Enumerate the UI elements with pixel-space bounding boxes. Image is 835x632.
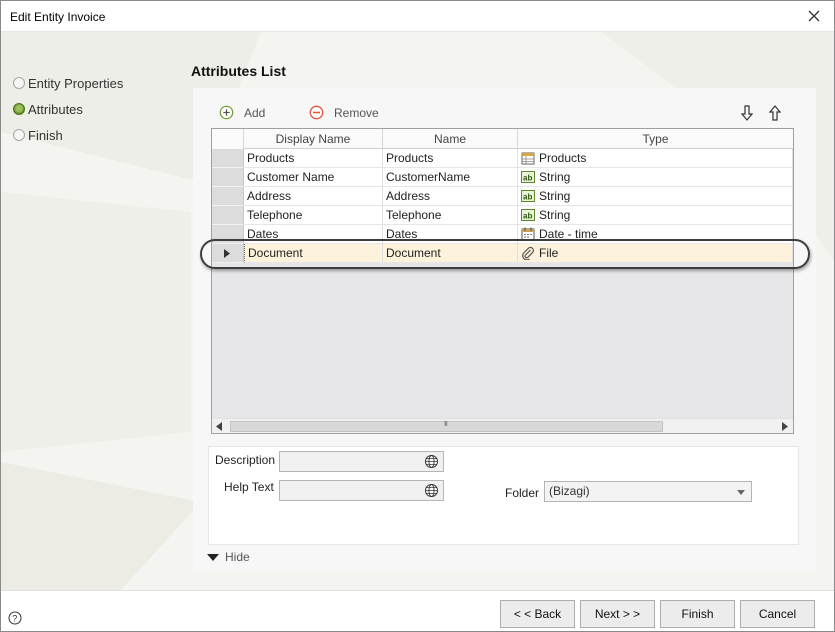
cell-type[interactable]: ab String	[518, 206, 793, 225]
cell-display-name[interactable]: Customer Name	[244, 168, 383, 187]
calendar-icon	[521, 227, 535, 241]
step-label: Entity Properties	[28, 75, 124, 91]
folder-label: Folder	[505, 486, 540, 500]
add-icon	[219, 105, 234, 120]
remove-icon	[309, 105, 324, 120]
title-bar: Edit Entity Invoice	[1, 1, 834, 32]
cell-type[interactable]: ab String	[518, 187, 793, 206]
back-button[interactable]: < < Back	[500, 600, 575, 628]
row-header[interactable]	[212, 206, 244, 225]
column-header-name[interactable]: Name	[383, 129, 518, 149]
step-radio-active-icon	[13, 103, 25, 115]
cell-name[interactable]: CustomerName	[383, 168, 518, 187]
hide-label: Hide	[225, 550, 250, 564]
cell-type[interactable]: File	[518, 244, 793, 263]
cell-display-name[interactable]: Document	[244, 244, 383, 263]
folder-select[interactable]: (Bizagi)	[544, 481, 752, 502]
svg-text:ab: ab	[523, 174, 532, 183]
scroll-left-icon[interactable]	[216, 422, 222, 431]
step-radio-icon	[13, 129, 25, 141]
step-entity-properties[interactable]: Entity Properties	[13, 74, 173, 92]
add-label: Add	[244, 105, 266, 120]
cell-display-name[interactable]: Address	[244, 187, 383, 206]
table-row[interactable]: Dates Dates Date - time	[212, 225, 793, 244]
cell-display-name[interactable]: Products	[244, 149, 383, 168]
string-ab-icon: ab	[521, 209, 535, 221]
add-button[interactable]: Add	[219, 105, 265, 120]
type-label: String	[539, 189, 571, 203]
next-button[interactable]: Next > >	[580, 600, 655, 628]
string-ab-icon: ab	[521, 171, 535, 183]
cancel-button[interactable]: Cancel	[740, 600, 815, 628]
horizontal-scrollbar[interactable]: III	[212, 418, 793, 433]
cell-type[interactable]: Products	[518, 149, 793, 168]
help-text-field[interactable]	[279, 480, 444, 501]
move-up-arrow-icon[interactable]	[769, 105, 781, 121]
row-header-corner	[212, 129, 244, 149]
page-title: Attributes List	[191, 63, 286, 79]
attributes-grid: Display Name Name Type Products Products…	[211, 128, 794, 434]
table-row-selected[interactable]: Document Document File	[212, 244, 793, 263]
cell-type[interactable]: ab String	[518, 168, 793, 187]
description-label: Description	[215, 453, 276, 467]
cell-name[interactable]: Telephone	[383, 206, 518, 225]
close-icon[interactable]	[804, 6, 824, 26]
step-label: Finish	[28, 127, 63, 143]
row-header[interactable]	[212, 149, 244, 168]
scroll-right-icon[interactable]	[782, 422, 788, 431]
scrollbar-grip: III	[444, 421, 448, 428]
globe-icon[interactable]	[424, 483, 439, 498]
hide-toggle[interactable]: Hide	[207, 550, 250, 564]
column-header-display-name[interactable]: Display Name	[244, 129, 383, 149]
chevron-down-icon	[737, 490, 745, 495]
table-row[interactable]: Address Address ab String	[212, 187, 793, 206]
cell-name[interactable]: Address	[383, 187, 518, 206]
help-text-label: Help Text	[224, 480, 274, 494]
type-label: String	[539, 208, 571, 222]
cell-name[interactable]: Products	[383, 149, 518, 168]
step-label: Attributes	[28, 101, 83, 117]
finish-button[interactable]: Finish	[660, 600, 735, 628]
description-field[interactable]	[279, 451, 444, 472]
cell-name[interactable]: Dates	[383, 225, 518, 244]
row-header[interactable]	[212, 244, 244, 263]
dialog-window: Edit Entity Invoice Entity Properties At…	[0, 0, 835, 632]
remove-button[interactable]: Remove	[309, 105, 379, 120]
remove-label: Remove	[334, 105, 379, 120]
table-row[interactable]: Telephone Telephone ab String	[212, 206, 793, 225]
svg-text:ab: ab	[523, 212, 532, 221]
type-label: Date - time	[539, 227, 598, 241]
column-header-type[interactable]: Type	[518, 129, 793, 149]
step-radio-icon	[13, 77, 25, 89]
table-row[interactable]: Customer Name CustomerName ab String	[212, 168, 793, 187]
string-ab-icon: ab	[521, 190, 535, 202]
row-header[interactable]	[212, 225, 244, 244]
cell-display-name[interactable]: Telephone	[244, 206, 383, 225]
collapse-triangle-icon	[207, 553, 219, 561]
table-row[interactable]: Products Products Products	[212, 149, 793, 168]
type-label: File	[539, 246, 559, 260]
entity-table-icon	[521, 152, 535, 165]
footer-bar: ? < < Back Next > > Finish Cancel	[1, 590, 834, 631]
current-row-indicator-icon	[224, 249, 230, 258]
row-header[interactable]	[212, 168, 244, 187]
move-down-arrow-icon[interactable]	[741, 105, 753, 121]
step-finish[interactable]: Finish	[13, 126, 173, 144]
cell-display-name[interactable]: Dates	[244, 225, 383, 244]
row-header[interactable]	[212, 187, 244, 206]
window-title: Edit Entity Invoice	[10, 10, 106, 24]
paperclip-icon	[522, 246, 534, 260]
svg-text:?: ?	[12, 613, 17, 623]
folder-selected-value: (Bizagi)	[549, 484, 590, 498]
svg-text:ab: ab	[523, 193, 532, 202]
cell-type[interactable]: Date - time	[518, 225, 793, 244]
type-label: String	[539, 170, 571, 184]
grid-header: Display Name Name Type	[212, 129, 793, 149]
help-icon[interactable]: ?	[8, 611, 22, 625]
globe-icon[interactable]	[424, 454, 439, 469]
step-attributes[interactable]: Attributes	[13, 100, 173, 118]
cell-name[interactable]: Document	[383, 244, 518, 263]
type-label: Products	[539, 151, 587, 165]
